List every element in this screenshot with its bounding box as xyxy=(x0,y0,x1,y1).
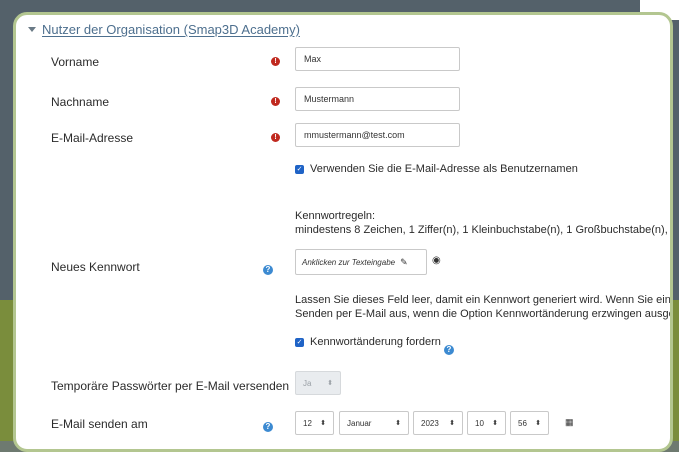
select-arrows-icon: ⬍ xyxy=(320,420,326,427)
password-rules-title: Kennwortregeln: xyxy=(295,210,376,222)
exclamation-circle-icon: ! xyxy=(271,133,280,142)
section-header[interactable]: Nutzer der Organisation (Smap3D Academy) xyxy=(28,22,300,37)
calendar-icon[interactable]: ▦ xyxy=(565,417,574,428)
firstname-label: Vorname xyxy=(51,55,100,69)
checkbox-checked-icon[interactable]: ✓ xyxy=(295,337,304,347)
question-circle-icon[interactable]: ? xyxy=(263,422,273,432)
send-date-label: E-Mail senden am xyxy=(51,417,148,431)
minute-select[interactable]: 56 ⬍ xyxy=(510,411,549,435)
email-input[interactable] xyxy=(295,123,460,147)
hour-select[interactable]: 10 ⬍ xyxy=(467,411,506,435)
force-password-change-label: Kennwortänderung fordern xyxy=(310,336,441,348)
hour-value: 10 xyxy=(475,418,484,428)
force-password-change-checkbox[interactable]: ✓ Kennwortänderung fordern xyxy=(295,336,441,348)
year-select[interactable]: 2023 ⬍ xyxy=(413,411,463,435)
password-hint-line-2: Senden per E-Mail aus, wenn die Option K… xyxy=(295,308,673,320)
temp-passwords-select: Ja ⬍ xyxy=(295,371,341,395)
use-email-as-username-checkbox[interactable]: ✓ Verwenden Sie die E-Mail-Adresse als B… xyxy=(295,163,578,175)
email-label: E-Mail-Adresse xyxy=(51,131,134,145)
password-placeholder: Anklicken zur Texteingabe xyxy=(302,257,396,267)
temp-passwords-value: Ja xyxy=(303,378,312,388)
temp-passwords-label: Temporäre Passwörter per E-Mail versende… xyxy=(51,379,290,393)
select-arrows-icon: ⬍ xyxy=(327,380,333,387)
pencil-icon: ✎ xyxy=(400,256,408,267)
firstname-input[interactable] xyxy=(295,47,460,71)
new-password-label: Neues Kennwort xyxy=(51,260,140,274)
password-edit-field[interactable]: Anklicken zur Texteingabe ✎ xyxy=(295,249,427,275)
eye-icon[interactable]: ◉ xyxy=(432,255,441,266)
day-select[interactable]: 12 ⬍ xyxy=(295,411,334,435)
lastname-label: Nachname xyxy=(51,95,110,109)
exclamation-circle-icon: ! xyxy=(271,97,280,106)
lastname-input[interactable] xyxy=(295,87,460,111)
caret-down-icon[interactable] xyxy=(28,27,36,32)
select-arrows-icon: ⬍ xyxy=(535,420,541,427)
minute-value: 56 xyxy=(518,418,527,428)
question-circle-icon[interactable]: ? xyxy=(444,345,454,355)
day-value: 12 xyxy=(303,418,312,428)
year-value: 2023 xyxy=(421,418,439,428)
month-select[interactable]: Januar ⬍ xyxy=(339,411,409,435)
exclamation-circle-icon: ! xyxy=(271,57,280,66)
select-arrows-icon: ⬍ xyxy=(449,420,455,427)
use-email-as-username-label: Verwenden Sie die E-Mail-Adresse als Ben… xyxy=(310,163,578,175)
password-rules-text: mindestens 8 Zeichen, 1 Ziffer(n), 1 Kle… xyxy=(295,224,670,236)
question-circle-icon[interactable]: ? xyxy=(263,265,273,275)
form-card: Nutzer der Organisation (Smap3D Academy)… xyxy=(13,12,673,452)
checkbox-checked-icon[interactable]: ✓ xyxy=(295,164,304,174)
password-hint-line-1: Lassen Sie dieses Feld leer, damit ein K… xyxy=(295,294,671,306)
select-arrows-icon: ⬍ xyxy=(492,420,498,427)
month-value: Januar xyxy=(347,418,372,428)
select-arrows-icon: ⬍ xyxy=(395,420,401,427)
section-title[interactable]: Nutzer der Organisation (Smap3D Academy) xyxy=(42,22,300,37)
